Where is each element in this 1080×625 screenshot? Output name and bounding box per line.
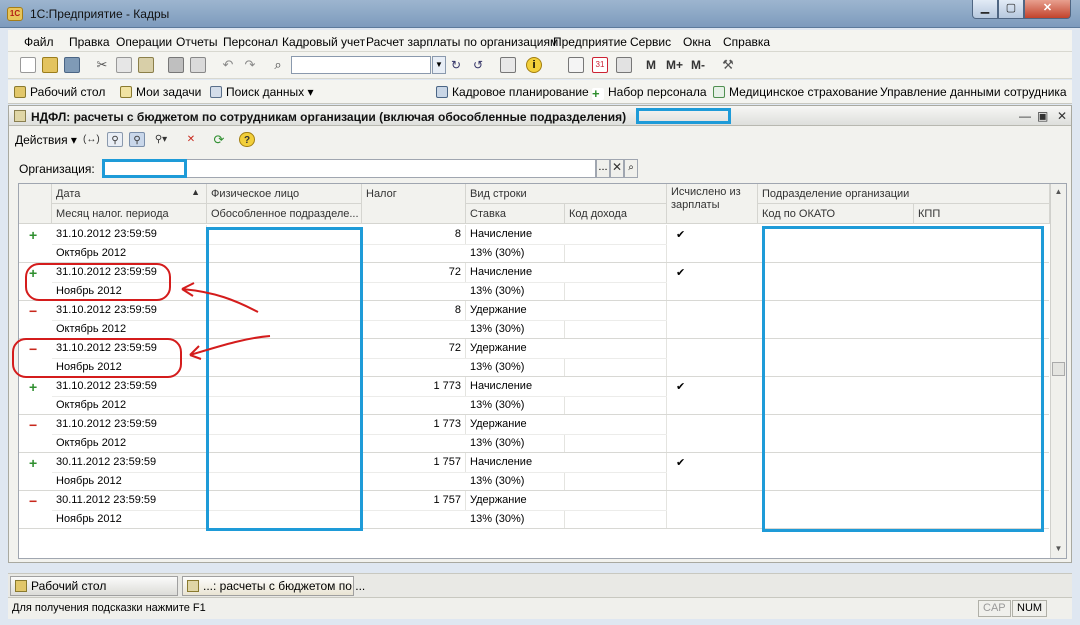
caps-indicator: CAP	[978, 600, 1011, 617]
window-taskbar: Рабочий стол ...: расчеты с бюджетом по …	[8, 573, 1072, 597]
task-ndfl-label: ...: расчеты с бюджетом по ...	[203, 579, 366, 593]
desktop-task-icon	[15, 580, 27, 592]
task-desktop-label: Рабочий стол	[31, 579, 107, 593]
annotation-arrow-1	[181, 288, 259, 313]
task-desktop[interactable]: Рабочий стол	[10, 576, 178, 596]
annotation-arrow-2	[189, 335, 271, 356]
annotation-arrows	[181, 282, 271, 360]
document-task-icon	[187, 580, 199, 592]
task-ndfl-document[interactable]: ...: расчеты с бюджетом по ...	[182, 576, 365, 596]
num-indicator: NUM	[1012, 600, 1048, 617]
status-hint: Для получения подсказки нажмите F1	[12, 602, 206, 614]
status-bar: Для получения подсказки нажмите F1 CAP N…	[8, 597, 1072, 619]
